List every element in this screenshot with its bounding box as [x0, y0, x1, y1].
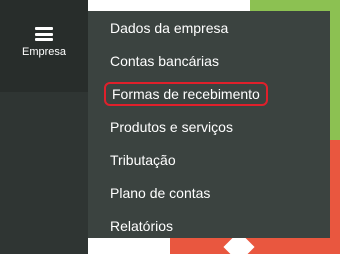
- menu-item-contas-bancarias[interactable]: Contas bancárias: [110, 50, 219, 72]
- sidebar-item-empresa[interactable]: Empresa: [0, 0, 88, 92]
- sidebar-item-label: Empresa: [21, 46, 67, 58]
- menu-item-produtos-e-servicos[interactable]: Produtos e serviços: [110, 116, 233, 138]
- menu-item-relatorios[interactable]: Relatórios: [110, 215, 173, 237]
- hamburger-menu-icon: [35, 27, 53, 41]
- background-green-panel: [250, 0, 340, 11]
- menu-item-plano-de-contas[interactable]: Plano de contas: [110, 182, 210, 204]
- background-red-panel: [170, 238, 340, 254]
- background-red-panel-edge: [330, 140, 340, 254]
- background-green-panel-edge: [330, 0, 340, 140]
- menu-item-dados-da-empresa[interactable]: Dados da empresa: [110, 17, 228, 39]
- empresa-dropdown-menu: Dados da empresa Contas bancárias Formas…: [88, 11, 330, 238]
- sidebar-nav: Empresa: [0, 0, 88, 254]
- menu-item-tributacao[interactable]: Tributação: [110, 149, 176, 171]
- menu-item-formas-de-recebimento[interactable]: Formas de recebimento: [104, 82, 268, 106]
